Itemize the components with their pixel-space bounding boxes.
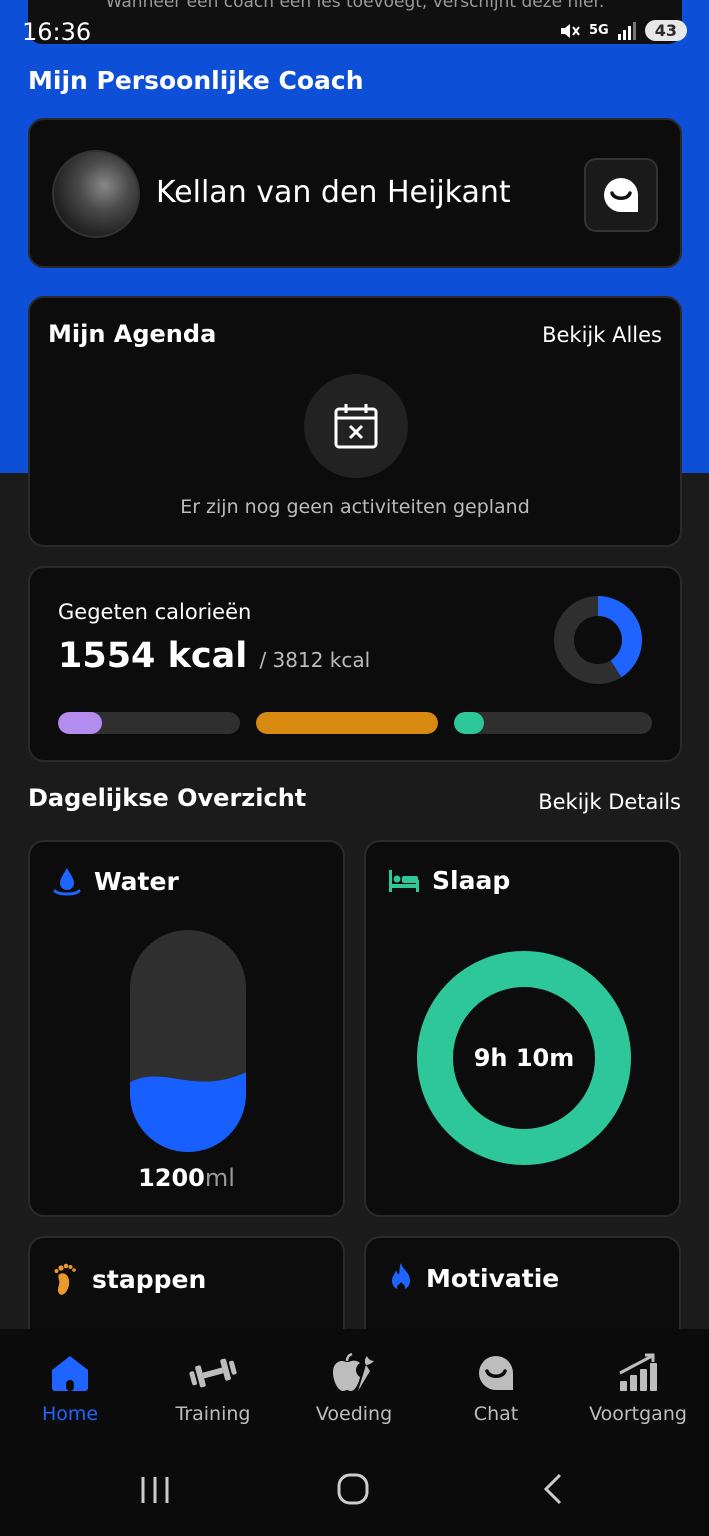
water-level xyxy=(130,1072,246,1152)
back-icon[interactable] xyxy=(536,1472,570,1506)
motivation-header: Motivatie xyxy=(388,1262,559,1294)
overview-title: Dagelijkse Overzicht xyxy=(28,784,307,812)
steps-header: stappen xyxy=(52,1262,206,1296)
calories-donut xyxy=(554,596,642,684)
nav-training[interactable]: Training xyxy=(148,1351,278,1425)
nav-voeding-label: Voeding xyxy=(315,1403,393,1425)
agenda-empty-badge xyxy=(304,374,408,478)
sleep-header: Slaap xyxy=(388,866,510,895)
chat-icon xyxy=(479,1356,513,1390)
water-title: Water xyxy=(94,866,179,896)
avatar xyxy=(52,150,140,238)
water-amount: 1200ml xyxy=(30,1164,343,1192)
chat-coach-button[interactable] xyxy=(584,158,658,232)
calories-label: Gegeten calorieën xyxy=(58,600,252,624)
calories-eaten: 1554 kcal xyxy=(58,636,248,676)
nav-chat[interactable]: Chat xyxy=(431,1351,561,1425)
dumbbell-icon xyxy=(189,1358,237,1388)
signal-icon xyxy=(617,21,636,40)
status-bar: 16:36 5G 43 xyxy=(0,14,709,54)
motivation-title: Motivatie xyxy=(426,1263,560,1293)
system-nav-bar xyxy=(0,1442,709,1536)
nav-home[interactable]: Home xyxy=(5,1351,135,1425)
agenda-title: Mijn Agenda xyxy=(48,320,217,348)
coach-card[interactable]: Kellan van den Heijkant xyxy=(28,118,682,268)
banner-text: Wanneer een coach een les toevoegt, vers… xyxy=(105,0,605,12)
water-tank xyxy=(130,930,246,1152)
sleep-card[interactable]: Slaap 9h 10m xyxy=(364,840,681,1217)
overview-details-link[interactable]: Bekijk Details xyxy=(538,790,681,814)
water-value: 1200 xyxy=(138,1164,205,1192)
home-button-icon[interactable] xyxy=(336,1472,370,1506)
agenda-card: Mijn Agenda Bekijk Alles Er zijn nog gee… xyxy=(28,296,682,547)
nav-home-label: Home xyxy=(41,1403,99,1425)
macro-bar-3 xyxy=(454,712,652,734)
status-time: 16:36 xyxy=(22,18,92,46)
status-icons: 5G 43 xyxy=(559,20,687,41)
recents-icon[interactable] xyxy=(138,1472,172,1506)
nav-voortgang[interactable]: Voortgang xyxy=(573,1351,703,1425)
water-card[interactable]: Water 1200ml xyxy=(28,840,345,1217)
nav-voortgang-label: Voortgang xyxy=(589,1403,687,1425)
coach-name: Kellan van den Heijkant xyxy=(156,175,511,210)
home-icon xyxy=(52,1356,88,1391)
food-icon xyxy=(333,1353,374,1391)
macro-fill-2 xyxy=(256,712,438,734)
mute-icon xyxy=(561,23,580,38)
nav-voeding[interactable]: Voeding xyxy=(289,1351,419,1425)
macro-bar-1 xyxy=(58,712,240,734)
calories-total: / 3812 kcal xyxy=(259,648,371,672)
progress-chart-icon xyxy=(619,1353,657,1391)
battery-indicator: 43 xyxy=(644,20,687,41)
steps-title: stappen xyxy=(92,1264,207,1294)
chat-icon xyxy=(604,178,638,212)
water-drop-icon xyxy=(53,868,81,896)
macro-fill-3 xyxy=(454,712,484,734)
nav-training-label: Training xyxy=(175,1403,251,1425)
agenda-view-all-link[interactable]: Bekijk Alles xyxy=(542,323,662,347)
calendar-x-icon xyxy=(334,404,378,449)
macro-bar-2 xyxy=(256,712,438,734)
macro-fill-1 xyxy=(58,712,102,734)
sleep-value: 9h 10m xyxy=(473,1044,575,1072)
bottom-nav: Home Training Voeding Chat Voortgang xyxy=(0,1329,709,1442)
bed-icon xyxy=(389,869,419,892)
agenda-empty-text: Er zijn nog geen activiteiten gepland xyxy=(180,496,530,518)
calories-card[interactable]: Gegeten calorieën 1554 kcal / 3812 kcal xyxy=(28,566,682,762)
coach-heading: Mijn Persoonlijke Coach xyxy=(28,66,364,95)
footprint-icon xyxy=(54,1263,76,1295)
flame-icon xyxy=(392,1263,410,1292)
water-header: Water xyxy=(52,866,179,896)
network-label: 5G xyxy=(589,23,609,38)
water-unit: ml xyxy=(204,1164,235,1192)
calories-value: 1554 kcal / 3812 kcal xyxy=(58,636,370,676)
nav-chat-label: Chat xyxy=(473,1403,519,1425)
sleep-title: Slaap xyxy=(432,866,511,895)
